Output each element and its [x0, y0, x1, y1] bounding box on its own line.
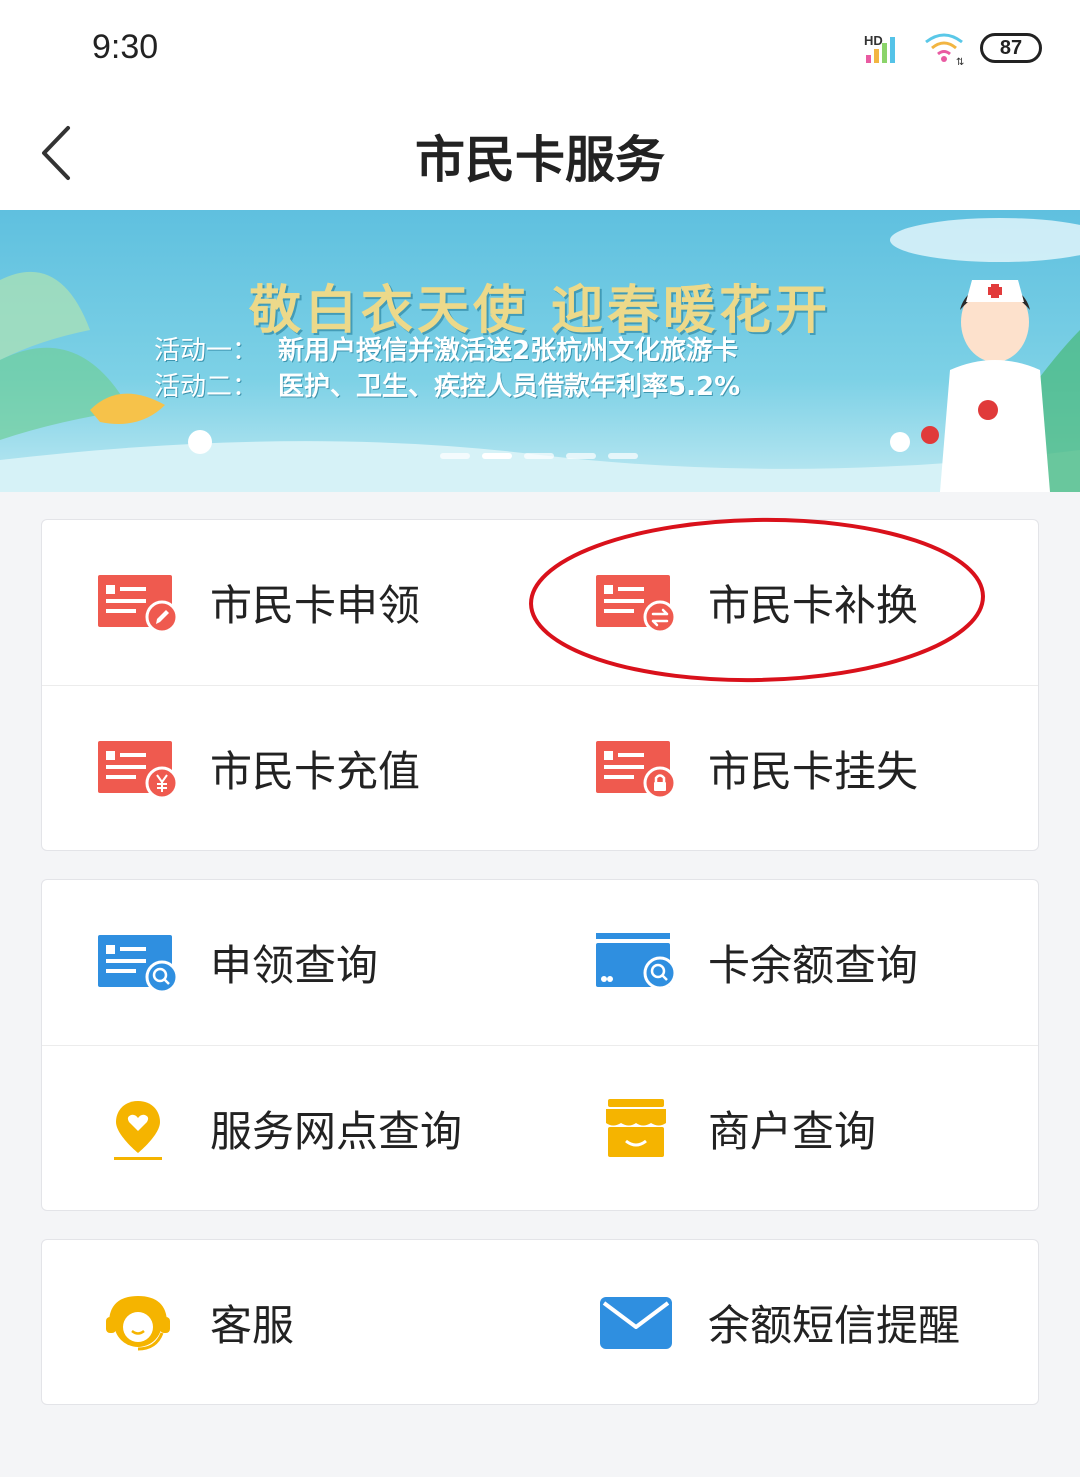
card-replace-icon — [594, 571, 678, 635]
status-icons: HD ⇅ 87 — [864, 30, 1042, 66]
card-lock-button[interactable]: 市民卡挂失 — [594, 686, 1054, 851]
balance-sms-alert-label: 余额短信提醒 — [708, 1301, 961, 1350]
balance-sms-alert-button[interactable]: 余额短信提醒 — [594, 1240, 1054, 1405]
balance-search-button[interactable]: 卡余额查询 — [594, 880, 1054, 1045]
signal-hd-label: HD — [864, 33, 883, 48]
battery-level: 87 — [999, 36, 1023, 59]
banner-line-2: 活动二： 医护、卫生、疾控人员借款年利率5.2% — [154, 366, 740, 403]
card-recharge-label: 市民卡充值 — [210, 747, 421, 796]
card-replace-button[interactable]: 市民卡补换 — [594, 520, 1054, 685]
card-recharge-button[interactable]: 市民卡充值 — [96, 686, 556, 851]
store-icon — [594, 1097, 678, 1161]
battery-indicator: 87 — [980, 33, 1042, 63]
service-row: 申领查询 卡余额查询 — [42, 880, 1038, 1045]
envelope-icon — [594, 1291, 678, 1355]
service-outlet-search-label: 服务网点查询 — [210, 1107, 463, 1156]
apply-search-button[interactable]: 申领查询 — [96, 880, 556, 1045]
merchant-search-label: 商户查询 — [708, 1107, 877, 1156]
card-apply-icon — [96, 571, 180, 635]
nav-bar: 市民卡服务 — [0, 100, 1080, 210]
page-title: 市民卡服务 — [415, 131, 665, 189]
card-recharge-icon — [96, 737, 180, 801]
pagination-dot-active[interactable] — [482, 453, 512, 459]
service-row: 服务网点查询 商户查询 — [42, 1045, 1038, 1210]
card-apply-label: 市民卡申领 — [210, 581, 421, 630]
customer-service-button[interactable]: 客服 — [96, 1240, 556, 1405]
banner-line-1-text: 新用户授信并激活送2张杭州文化旅游卡 — [278, 336, 739, 366]
promo-banner[interactable]: 敬白衣天使 迎春暖花开 活动一： 新用户授信并激活送2张杭州文化旅游卡 活动二：医… — [0, 210, 1080, 492]
svg-text:⇅: ⇅ — [956, 57, 964, 66]
query-services-group: 申领查询 卡余额查询 服务网点查询 商户查询 — [41, 879, 1039, 1211]
banner-pagination — [440, 453, 638, 459]
card-apply-button[interactable]: 市民卡申领 — [96, 520, 556, 685]
pagination-dot[interactable] — [524, 453, 554, 459]
signal-icon: HD — [864, 33, 895, 63]
pagination-dot[interactable] — [440, 453, 470, 459]
balance-search-icon — [594, 931, 678, 995]
apply-search-icon — [96, 931, 180, 995]
location-pin-icon — [96, 1097, 180, 1161]
service-row: 市民卡充值 市民卡挂失 — [42, 685, 1038, 850]
status-time: 9:30 — [92, 28, 159, 66]
balance-search-label: 卡余额查询 — [708, 941, 919, 990]
card-lock-icon — [594, 737, 678, 801]
apply-search-label: 申领查询 — [210, 941, 379, 990]
service-row: 市民卡申领 市民卡补换 — [42, 520, 1038, 685]
pagination-dot[interactable] — [566, 453, 596, 459]
customer-service-icon — [96, 1291, 180, 1355]
card-lock-label: 市民卡挂失 — [708, 747, 919, 796]
status-bar: 9:30 HD ⇅ 87 — [0, 0, 1080, 100]
banner-line-1-label: 活动一： — [154, 336, 259, 366]
banner-line-2-text: 医护、卫生、疾控人员借款年利率5.2% — [278, 372, 741, 402]
card-services-group: 市民卡申领 市民卡补换 市民卡充值 市民卡挂失 — [41, 519, 1039, 851]
service-row: 客服 余额短信提醒 — [42, 1240, 1038, 1405]
merchant-search-button[interactable]: 商户查询 — [594, 1046, 1054, 1211]
banner-line-2-label: 活动二： — [154, 372, 259, 402]
banner-line-1: 活动一： 新用户授信并激活送2张杭州文化旅游卡 — [154, 330, 738, 367]
pagination-dot[interactable] — [608, 453, 638, 459]
wifi-icon: ⇅ — [925, 33, 964, 66]
service-outlet-search-button[interactable]: 服务网点查询 — [96, 1046, 556, 1211]
card-replace-label: 市民卡补换 — [708, 581, 919, 630]
customer-service-label: 客服 — [210, 1301, 295, 1350]
support-group: 客服 余额短信提醒 — [41, 1239, 1039, 1405]
